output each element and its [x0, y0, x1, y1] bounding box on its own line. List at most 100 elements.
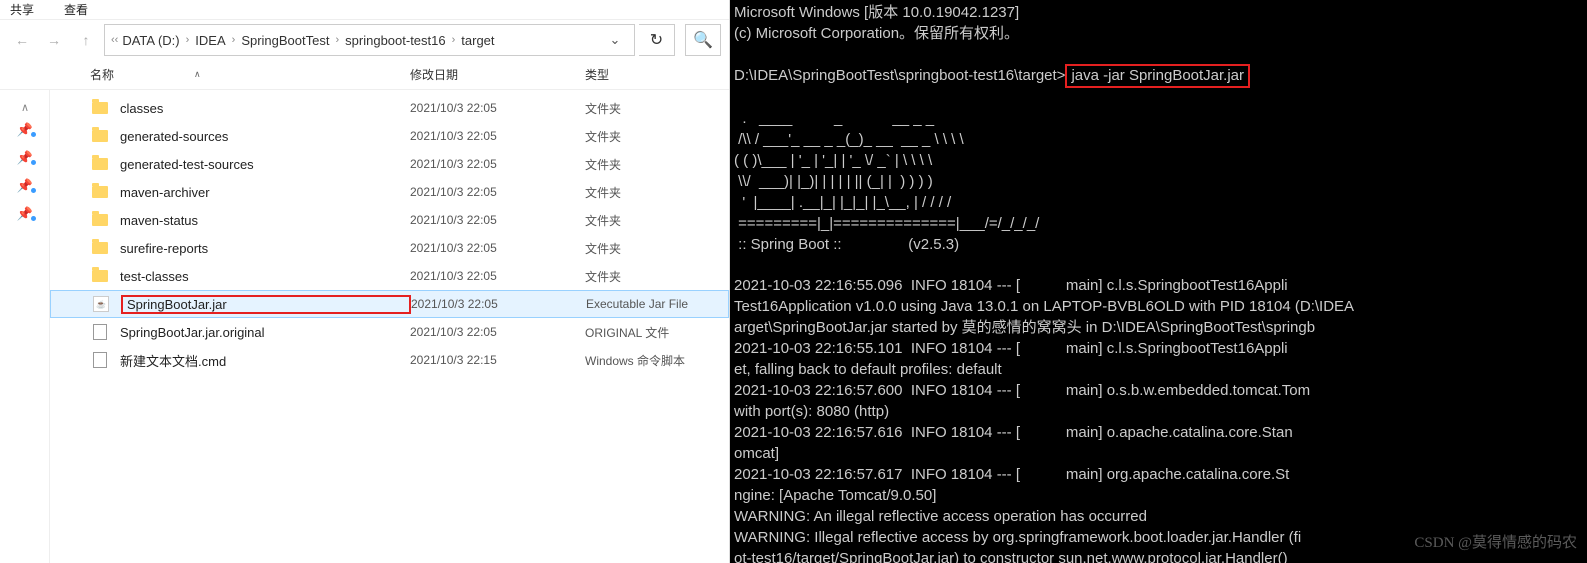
spring-banner: . ____ _ __ _ _ — [734, 110, 934, 127]
spring-banner: \\/ ___)| |_)| | | | | || (_| | ) ) ) ) — [734, 173, 933, 190]
explorer-tabs: 共享 查看 — [0, 0, 729, 20]
file-name: SpringBootJar.jar.original — [120, 325, 410, 340]
log-line: omcat] — [734, 445, 779, 462]
pin-icon[interactable]: 📌 — [0, 116, 50, 144]
file-type: 文件夹 — [585, 156, 621, 173]
terminal-prompt: D:\IDEA\SpringBootTest\springboot-test16… — [734, 67, 1065, 84]
folder-icon — [90, 126, 110, 146]
file-date: 2021/10/3 22:05 — [410, 157, 585, 171]
nav-up-icon[interactable]: ↑ — [72, 26, 100, 54]
spring-banner: ' |____| .__|_| |_|_| |_\__, | / / / / — [734, 194, 951, 211]
search-icon[interactable]: 🔍 — [685, 24, 721, 56]
file-icon — [90, 322, 110, 342]
file-name: classes — [120, 101, 410, 116]
column-type[interactable]: 类型 — [585, 66, 725, 83]
file-row[interactable]: maven-status2021/10/3 22:05文件夹 — [50, 206, 729, 234]
file-date: 2021/10/3 22:05 — [410, 269, 585, 283]
file-row[interactable]: 新建文本文档.cmd2021/10/3 22:15Windows 命令脚本 — [50, 346, 729, 374]
terminal-line: (c) Microsoft Corporation。保留所有权利。 — [734, 25, 1019, 42]
pin-icon[interactable]: 📌 — [0, 144, 50, 172]
spring-banner: ( ( )\___ | '_ | '_| | '_ \/ _` | \ \ \ … — [734, 152, 932, 169]
nav-forward-icon: → — [40, 26, 68, 54]
file-type: 文件夹 — [585, 240, 621, 257]
file-date: 2021/10/3 22:05 — [410, 213, 585, 227]
file-type: 文件夹 — [585, 128, 621, 145]
file-row[interactable]: surefire-reports2021/10/3 22:05文件夹 — [50, 234, 729, 262]
folder-icon — [90, 182, 110, 202]
log-line: WARNING: An illegal reflective access op… — [734, 508, 1147, 525]
nav-back-icon[interactable]: ← — [8, 26, 36, 54]
file-row[interactable]: classes2021/10/3 22:05文件夹 — [50, 94, 729, 122]
log-line: 2021-10-03 22:16:55.096 INFO 18104 --- [… — [734, 277, 1288, 294]
folder-icon — [90, 154, 110, 174]
tab-share[interactable]: 共享 — [10, 1, 34, 18]
breadcrumb-item[interactable]: SpringBootTest — [241, 33, 329, 48]
file-list: classes2021/10/3 22:05文件夹generated-sourc… — [50, 90, 729, 563]
chevron-right-icon: › — [452, 34, 456, 46]
file-type: 文件夹 — [585, 100, 621, 117]
terminal-command-highlight: java -jar SpringBootJar.jar — [1065, 64, 1250, 88]
log-line: 2021-10-03 22:16:57.616 INFO 18104 --- [… — [734, 424, 1293, 441]
pin-icon[interactable]: 📌 — [0, 172, 50, 200]
column-date[interactable]: 修改日期 — [410, 66, 585, 83]
log-line: 2021-10-03 22:16:55.101 INFO 18104 --- [… — [734, 340, 1288, 357]
file-date: 2021/10/3 22:15 — [410, 353, 585, 367]
file-name: SpringBootJar.jar — [121, 295, 411, 314]
column-name[interactable]: 名称∧ — [90, 66, 410, 83]
watermark: CSDN @莫得情感的码农 — [1414, 533, 1577, 553]
breadcrumb-item[interactable]: springboot-test16 — [345, 33, 445, 48]
file-date: 2021/10/3 22:05 — [410, 241, 585, 255]
file-type: 文件夹 — [585, 268, 621, 285]
breadcrumb-item[interactable]: DATA (D:) — [122, 33, 179, 48]
terminal[interactable]: Microsoft Windows [版本 10.0.19042.1237] (… — [730, 0, 1587, 563]
chevron-right-icon: › — [335, 34, 339, 46]
pin-icon[interactable]: 📌 — [0, 200, 50, 228]
file-row[interactable]: ☕ SpringBootJar.jar2021/10/3 22:05Executa… — [50, 290, 729, 318]
file-name: generated-sources — [120, 129, 410, 144]
file-row[interactable]: SpringBootJar.jar.original2021/10/3 22:0… — [50, 318, 729, 346]
breadcrumb[interactable]: ‹‹ DATA (D:) › IDEA › SpringBootTest › spri… — [104, 24, 635, 56]
file-type: Windows 命令脚本 — [585, 352, 685, 369]
file-date: 2021/10/3 22:05 — [410, 325, 585, 339]
breadcrumb-item[interactable]: target — [461, 33, 494, 48]
refresh-icon[interactable]: ↻ — [639, 24, 675, 56]
log-line: WARNING: Illegal reflective access by or… — [734, 529, 1301, 546]
sort-indicator-icon: ∧ — [194, 69, 201, 80]
file-type: 文件夹 — [585, 212, 621, 229]
chevron-left-icon: ‹‹ — [111, 34, 118, 46]
spring-version: :: Spring Boot :: (v2.5.3) — [734, 236, 959, 253]
sidebar: ∧ 📌 📌 📌 📌 — [0, 90, 50, 563]
file-row[interactable]: maven-archiver2021/10/3 22:05文件夹 — [50, 178, 729, 206]
log-line: arget\SpringBootJar.jar started by 莫的感情的… — [734, 319, 1315, 336]
terminal-line: Microsoft Windows [版本 10.0.19042.1237] — [734, 4, 1019, 21]
chevron-right-icon: › — [186, 34, 190, 46]
folder-icon — [90, 266, 110, 286]
folder-icon — [90, 98, 110, 118]
jar-icon: ☕ — [91, 294, 111, 314]
log-line: ot-test16/target/SpringBootJar.jar) to c… — [734, 550, 1288, 563]
log-line: Test16Application v1.0.0 using Java 13.0… — [734, 298, 1354, 315]
file-name: maven-archiver — [120, 185, 410, 200]
file-name: 新建文本文档.cmd — [120, 351, 410, 370]
collapse-icon[interactable]: ∧ — [0, 98, 50, 116]
file-date: 2021/10/3 22:05 — [410, 129, 585, 143]
folder-icon — [90, 210, 110, 230]
log-line: 2021-10-03 22:16:57.617 INFO 18104 --- [… — [734, 466, 1289, 483]
file-type: 文件夹 — [585, 184, 621, 201]
file-row[interactable]: generated-test-sources2021/10/3 22:05文件夹 — [50, 150, 729, 178]
file-type: ORIGINAL 文件 — [585, 324, 669, 341]
file-row[interactable]: test-classes2021/10/3 22:05文件夹 — [50, 262, 729, 290]
chevron-down-icon[interactable]: ⌄ — [602, 32, 628, 48]
file-type: Executable Jar File — [586, 297, 688, 311]
file-row[interactable]: generated-sources2021/10/3 22:05文件夹 — [50, 122, 729, 150]
folder-icon — [90, 238, 110, 258]
file-name: test-classes — [120, 269, 410, 284]
file-date: 2021/10/3 22:05 — [410, 185, 585, 199]
log-line: 2021-10-03 22:16:57.600 INFO 18104 --- [… — [734, 382, 1310, 399]
file-date: 2021/10/3 22:05 — [411, 297, 586, 311]
nav-row: ← → ↑ ‹‹ DATA (D:) › IDEA › SpringBootTest… — [0, 20, 729, 60]
breadcrumb-item[interactable]: IDEA — [195, 33, 225, 48]
tab-view[interactable]: 查看 — [64, 1, 88, 18]
log-line: ngine: [Apache Tomcat/9.0.50] — [734, 487, 936, 504]
file-name: generated-test-sources — [120, 157, 410, 172]
